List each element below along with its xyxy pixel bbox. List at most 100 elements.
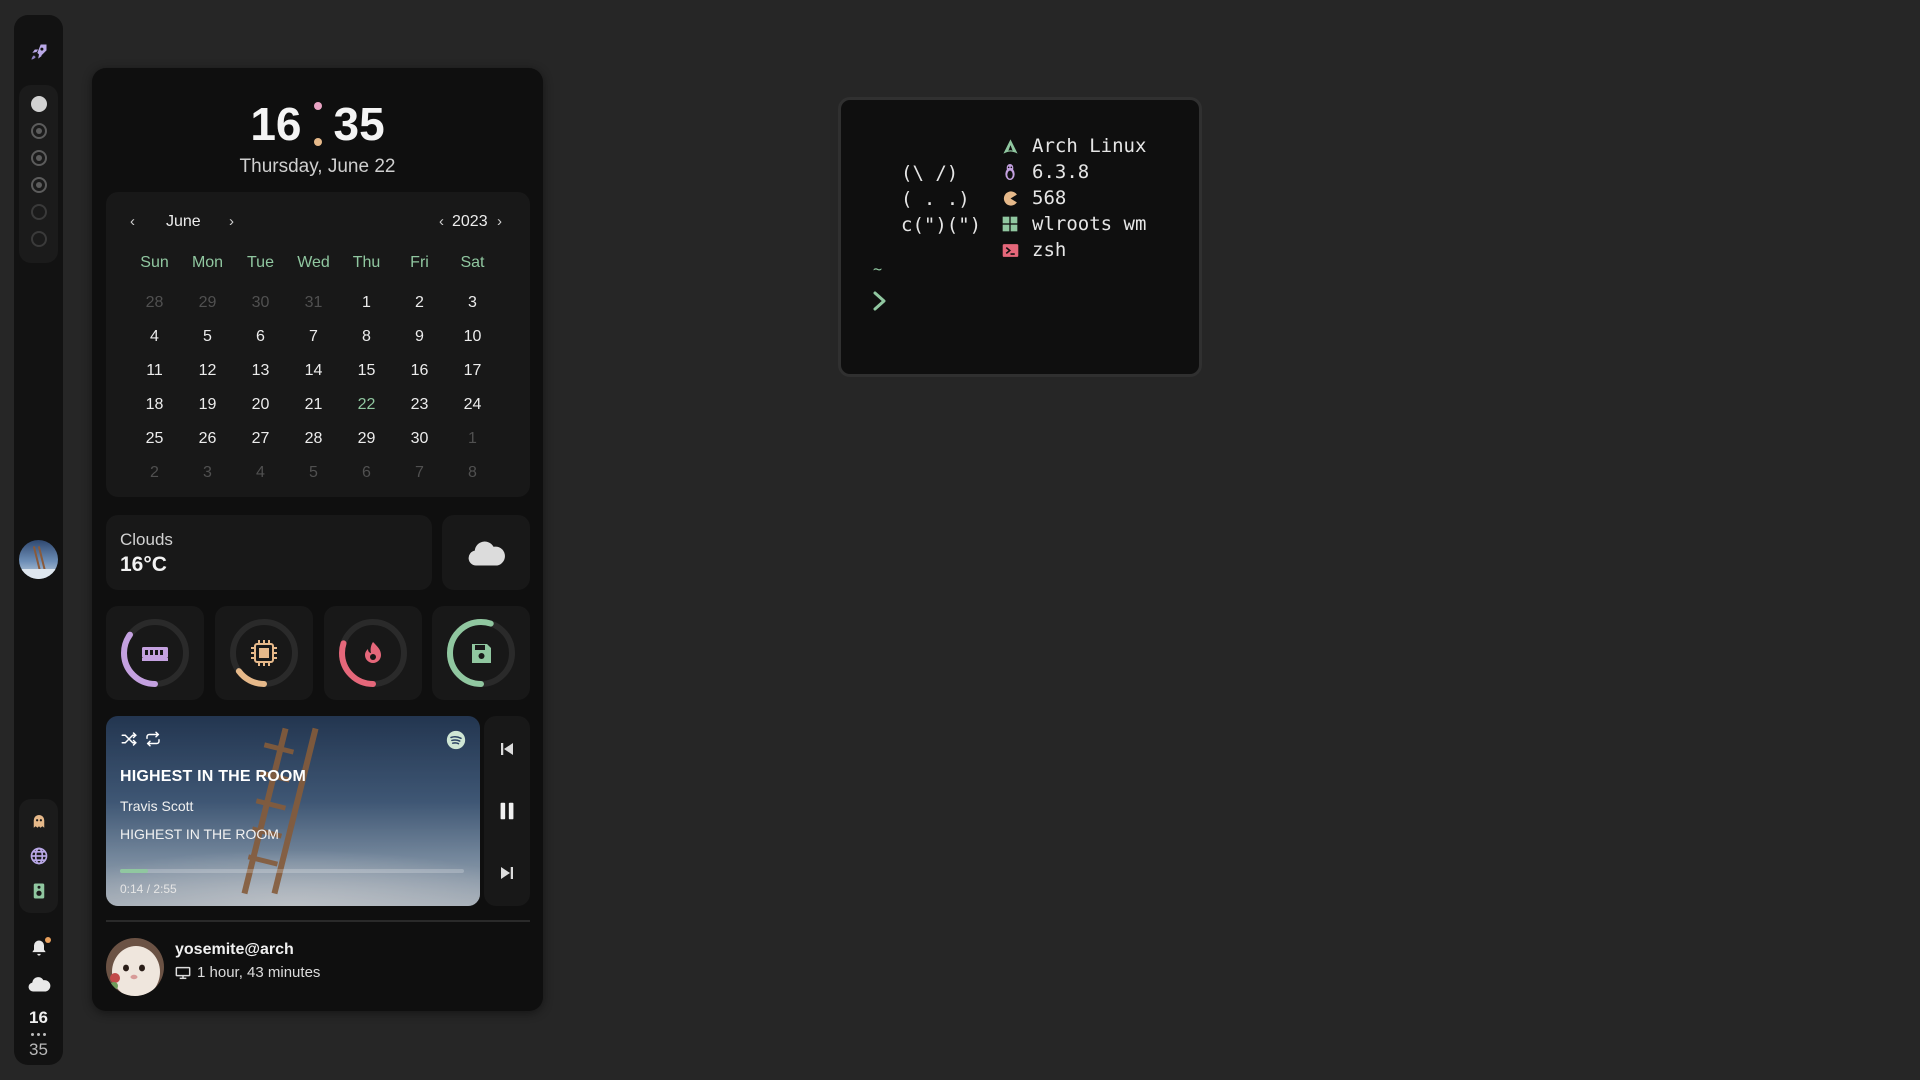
app-launcher-button[interactable] <box>14 35 63 69</box>
fetch-packages: 568 <box>1001 185 1146 211</box>
tray-item-ghost[interactable] <box>19 807 58 835</box>
calendar-day[interactable]: 15 <box>340 354 393 388</box>
calendar-day[interactable]: 23 <box>393 388 446 422</box>
calendar-day[interactable]: 29 <box>340 422 393 456</box>
calendar-widget: ‹ June › ‹ 2023 › Sun Mon Tue Wed Thu Fri Sat 2… <box>106 192 530 497</box>
calendar-day[interactable]: 29 <box>181 286 234 320</box>
music-controls <box>484 716 530 906</box>
pause-icon <box>500 802 514 820</box>
calendar-day[interactable]: 27 <box>234 422 287 456</box>
now-playing-thumbnail[interactable] <box>19 540 58 579</box>
shell-icon <box>1001 241 1019 259</box>
prev-year-button[interactable]: ‹ <box>439 210 444 234</box>
calendar-day[interactable]: 8 <box>446 456 499 490</box>
fetch-os-value: Arch Linux <box>1032 135 1147 157</box>
workspace-5[interactable] <box>31 204 47 220</box>
calendar-day-today[interactable]: 22 <box>340 388 393 422</box>
workspace-4[interactable] <box>31 177 47 193</box>
calendar-day[interactable]: 4 <box>128 320 181 354</box>
skip-previous-icon <box>501 743 513 755</box>
bar-clock[interactable]: 16 35 <box>14 1007 63 1061</box>
calendar-day[interactable]: 2 <box>393 286 446 320</box>
calendar-day[interactable]: 28 <box>287 422 340 456</box>
workspace-1[interactable] <box>31 96 47 112</box>
calendar-day[interactable]: 17 <box>446 354 499 388</box>
prompt-chevron-icon <box>873 291 886 311</box>
next-month-button[interactable]: › <box>229 210 234 234</box>
calendar-day[interactable]: 1 <box>446 422 499 456</box>
tray-item-audio[interactable] <box>19 877 58 905</box>
fetch-wm-value: wlroots wm <box>1032 213 1147 235</box>
calendar-day[interactable]: 30 <box>393 422 446 456</box>
calendar-month: June <box>166 213 201 230</box>
calendar-day[interactable]: 3 <box>181 456 234 490</box>
calendar-day[interactable]: 24 <box>446 388 499 422</box>
cloud-icon <box>468 541 505 565</box>
calendar-day[interactable]: 4 <box>234 456 287 490</box>
weather-card: Clouds 16°C <box>106 515 432 590</box>
calendar-day[interactable]: 25 <box>128 422 181 456</box>
calendar-day[interactable]: 2 <box>128 456 181 490</box>
calendar-day[interactable]: 11 <box>128 354 181 388</box>
calendar-day[interactable]: 16 <box>393 354 446 388</box>
divider <box>106 920 530 922</box>
song-progress-fill <box>120 869 148 873</box>
calendar-day[interactable]: 9 <box>393 320 446 354</box>
calendar-day[interactable]: 14 <box>287 354 340 388</box>
tux-icon <box>1001 163 1019 181</box>
calendar-day[interactable]: 5 <box>287 456 340 490</box>
avatar <box>106 938 164 996</box>
system-tray <box>19 799 58 913</box>
workspace-6[interactable] <box>31 231 47 247</box>
calendar-day[interactable]: 13 <box>234 354 287 388</box>
workspace-2[interactable] <box>31 123 47 139</box>
pause-button[interactable] <box>484 794 530 828</box>
fetch-kernel: 6.3.8 <box>1001 159 1146 185</box>
notifications-button[interactable] <box>14 933 63 963</box>
workspace-3[interactable] <box>31 150 47 166</box>
ghost-icon <box>33 815 44 828</box>
calendar-header: ‹ June › ‹ 2023 › <box>106 210 530 234</box>
previous-track-button[interactable] <box>484 732 530 766</box>
calendar-day[interactable]: 7 <box>393 456 446 490</box>
calendar-day[interactable]: 8 <box>340 320 393 354</box>
song-artist: Travis Scott <box>120 798 194 814</box>
calendar-day[interactable]: 6 <box>234 320 287 354</box>
calendar-day[interactable]: 12 <box>181 354 234 388</box>
calendar-day[interactable]: 31 <box>287 286 340 320</box>
uptime-text: 1 hour, 43 minutes <box>197 964 321 981</box>
calendar-day[interactable]: 5 <box>181 320 234 354</box>
flame-icon <box>365 642 381 663</box>
calendar-day[interactable]: 18 <box>128 388 181 422</box>
terminal-window[interactable]: (\ /) ( . .) c(")(") Arch Linux 6.3.8 56… <box>838 97 1202 377</box>
song-progress-bar[interactable] <box>120 869 464 873</box>
cpu-gauge-ring <box>230 619 298 687</box>
calendar-day[interactable]: 6 <box>340 456 393 490</box>
calendar-day[interactable]: 10 <box>446 320 499 354</box>
calendar-day[interactable]: 28 <box>128 286 181 320</box>
calendar-day[interactable]: 26 <box>181 422 234 456</box>
calendar-day[interactable]: 3 <box>446 286 499 320</box>
next-track-button[interactable] <box>484 856 530 890</box>
music-player: HIGHEST IN THE ROOM Travis Scott HIGHEST… <box>106 716 480 906</box>
calendar-day[interactable]: 1 <box>340 286 393 320</box>
workspace-switcher <box>19 85 58 263</box>
calendar-day[interactable]: 7 <box>287 320 340 354</box>
calendar-day[interactable]: 21 <box>287 388 340 422</box>
calendar-day[interactable]: 19 <box>181 388 234 422</box>
shuffle-icon[interactable] <box>120 730 138 748</box>
next-year-button[interactable]: › <box>497 210 502 234</box>
calendar-day[interactable]: 20 <box>234 388 287 422</box>
globe-icon <box>30 847 47 865</box>
temperature-gauge <box>324 606 422 700</box>
disk-gauge <box>432 606 530 700</box>
fetch-kernel-value: 6.3.8 <box>1032 161 1090 183</box>
repeat-icon[interactable] <box>144 730 162 748</box>
weather-button[interactable] <box>14 970 63 998</box>
prev-month-button[interactable]: ‹ <box>130 210 135 234</box>
song-album: HIGHEST IN THE ROOM <box>120 826 279 842</box>
tray-item-network[interactable] <box>19 842 58 870</box>
calendar-day[interactable]: 30 <box>234 286 287 320</box>
song-time: 0:14 / 2:55 <box>120 882 177 896</box>
calendar-weekday-header: Fri <box>410 254 429 271</box>
